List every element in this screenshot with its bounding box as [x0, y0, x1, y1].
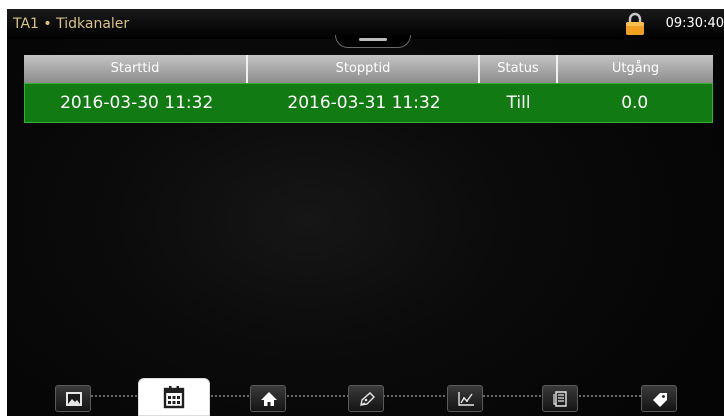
time-channel-table: Starttid Stopptid Status Utgång 2016-03-… [24, 55, 713, 123]
cell-start-time: 2016-03-30 11:32 [60, 93, 214, 113]
table-row[interactable]: 2016-03-30 11:32 2016-03-31 11:32 Till 0… [24, 83, 713, 123]
handle-grip [359, 38, 387, 41]
nav-button-image[interactable] [55, 385, 91, 412]
column-header-utgang[interactable]: Utgång [558, 55, 713, 83]
column-header-starttid[interactable]: Starttid [24, 55, 248, 83]
tag-icon [653, 393, 667, 407]
nav-button-tag[interactable] [641, 385, 677, 412]
image-icon [66, 392, 82, 406]
page-title: TA1 • Tidkanaler [13, 16, 130, 32]
chart-icon [458, 392, 474, 406]
nav-button-calendar[interactable] [138, 378, 210, 416]
clock-time: 09:30:40 [665, 16, 724, 31]
table-header-row: Starttid Stopptid Status Utgång [24, 55, 713, 83]
column-header-stopptid[interactable]: Stopptid [248, 55, 480, 83]
nav-button-home[interactable] [250, 385, 286, 412]
cell-status: Till [506, 93, 531, 113]
pen-icon [360, 392, 375, 406]
nav-button-chart[interactable] [447, 385, 483, 412]
nav-button-document[interactable] [542, 385, 578, 412]
pull-down-handle[interactable] [335, 35, 411, 48]
bottom-navigation [7, 367, 724, 416]
home-icon [261, 392, 277, 406]
nav-button-pen[interactable] [348, 385, 384, 412]
cell-output: 0.0 [621, 93, 649, 113]
padlock-icon[interactable] [625, 12, 645, 36]
document-icon [553, 391, 567, 407]
column-header-status[interactable]: Status [480, 55, 558, 83]
calendar-icon [163, 386, 185, 409]
cell-stop-time: 2016-03-31 11:32 [287, 93, 441, 113]
app-screen: TA1 • Tidkanaler 09:30:40 Starttid Stopp… [7, 9, 724, 416]
